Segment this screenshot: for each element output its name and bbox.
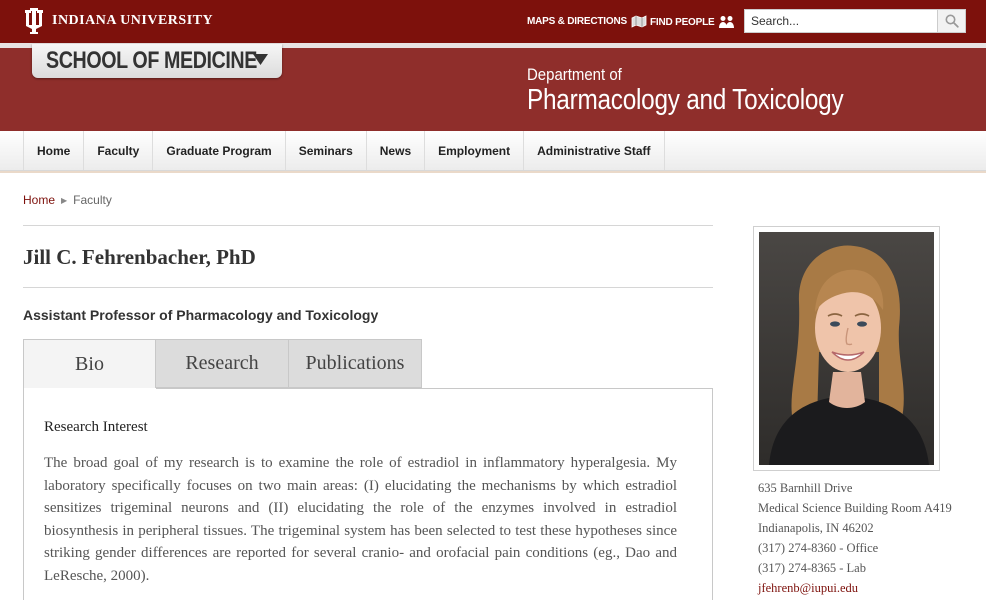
iu-top-bar: INDIANA UNIVERSITY MAPS & DIRECTIONS FIN… xyxy=(0,0,986,43)
contact-info: 635 Barnhill Drive Medical Science Build… xyxy=(758,478,952,598)
school-of-medicine-dropdown[interactable]: SCHOOL OF MEDICINE xyxy=(32,44,282,78)
nav-item-faculty[interactable]: Faculty xyxy=(84,131,154,170)
main-nav: Home Faculty Graduate Program Seminars N… xyxy=(0,131,986,171)
maps-directions-label: MAPS & DIRECTIONS xyxy=(527,16,627,27)
department-title[interactable]: Pharmacology and Toxicology xyxy=(527,84,844,117)
address-line-2: Medical Science Building Room A419 xyxy=(758,501,952,515)
section-heading: Research Interest xyxy=(44,419,148,435)
divider xyxy=(23,287,713,288)
email-link[interactable]: jfehrenb@iupui.edu xyxy=(758,578,952,598)
portrait-image xyxy=(759,232,934,465)
tab-research[interactable]: Research xyxy=(156,339,289,388)
maps-directions-link[interactable]: MAPS & DIRECTIONS xyxy=(527,15,647,28)
breadcrumb-arrow-icon: ▶ xyxy=(61,195,68,205)
map-icon xyxy=(631,15,647,28)
search-icon xyxy=(945,14,959,28)
profile-photo-frame xyxy=(753,226,940,471)
university-name[interactable]: INDIANA UNIVERSITY xyxy=(52,13,213,29)
nav-item-seminars[interactable]: Seminars xyxy=(286,131,367,170)
divider xyxy=(23,225,713,226)
breadcrumb-home-link[interactable]: Home xyxy=(23,193,55,207)
lab-phone: (317) 274-8365 - Lab xyxy=(758,561,866,575)
breadcrumb: Home ▶ Faculty xyxy=(23,193,112,207)
profile-photo xyxy=(759,232,934,465)
profile-tabs: Bio Research Publications xyxy=(23,339,422,389)
page-title: Jill C. Fehrenbacher, PhD xyxy=(23,245,256,269)
nav-item-employment[interactable]: Employment xyxy=(425,131,525,170)
department-subtitle: Department of xyxy=(527,65,622,84)
find-people-label: FIND PEOPLE xyxy=(650,16,715,28)
nav-item-home[interactable]: Home xyxy=(24,131,85,170)
office-phone: (317) 274-8360 - Office xyxy=(758,541,879,555)
nav-item-news[interactable]: News xyxy=(367,131,426,170)
bio-paragraph: The broad goal of my research is to exam… xyxy=(44,455,677,584)
search-input[interactable] xyxy=(745,10,939,32)
school-name: SCHOOL OF MEDICINE xyxy=(46,47,257,74)
address-city: Indianapolis, IN 46202 xyxy=(758,521,874,535)
tab-bio[interactable]: Bio xyxy=(23,339,156,389)
iu-trident-logo-icon[interactable] xyxy=(22,8,46,34)
breadcrumb-current: Faculty xyxy=(73,193,112,207)
address-line-1: 635 Barnhill Drive xyxy=(758,481,853,495)
caret-down-icon[interactable] xyxy=(253,54,268,65)
nav-item-administrative-staff[interactable]: Administrative Staff xyxy=(524,131,665,170)
tab-panel-border xyxy=(156,388,713,389)
search-box xyxy=(744,9,966,33)
faculty-position: Assistant Professor of Pharmacology and … xyxy=(23,307,379,323)
people-icon xyxy=(719,16,735,28)
tab-publications[interactable]: Publications xyxy=(289,339,422,388)
nav-items: Home Faculty Graduate Program Seminars N… xyxy=(23,131,665,170)
find-people-link[interactable]: FIND PEOPLE xyxy=(650,15,735,29)
nav-divider xyxy=(0,171,986,173)
search-button[interactable] xyxy=(937,10,965,32)
nav-item-graduate-program[interactable]: Graduate Program xyxy=(153,131,286,170)
